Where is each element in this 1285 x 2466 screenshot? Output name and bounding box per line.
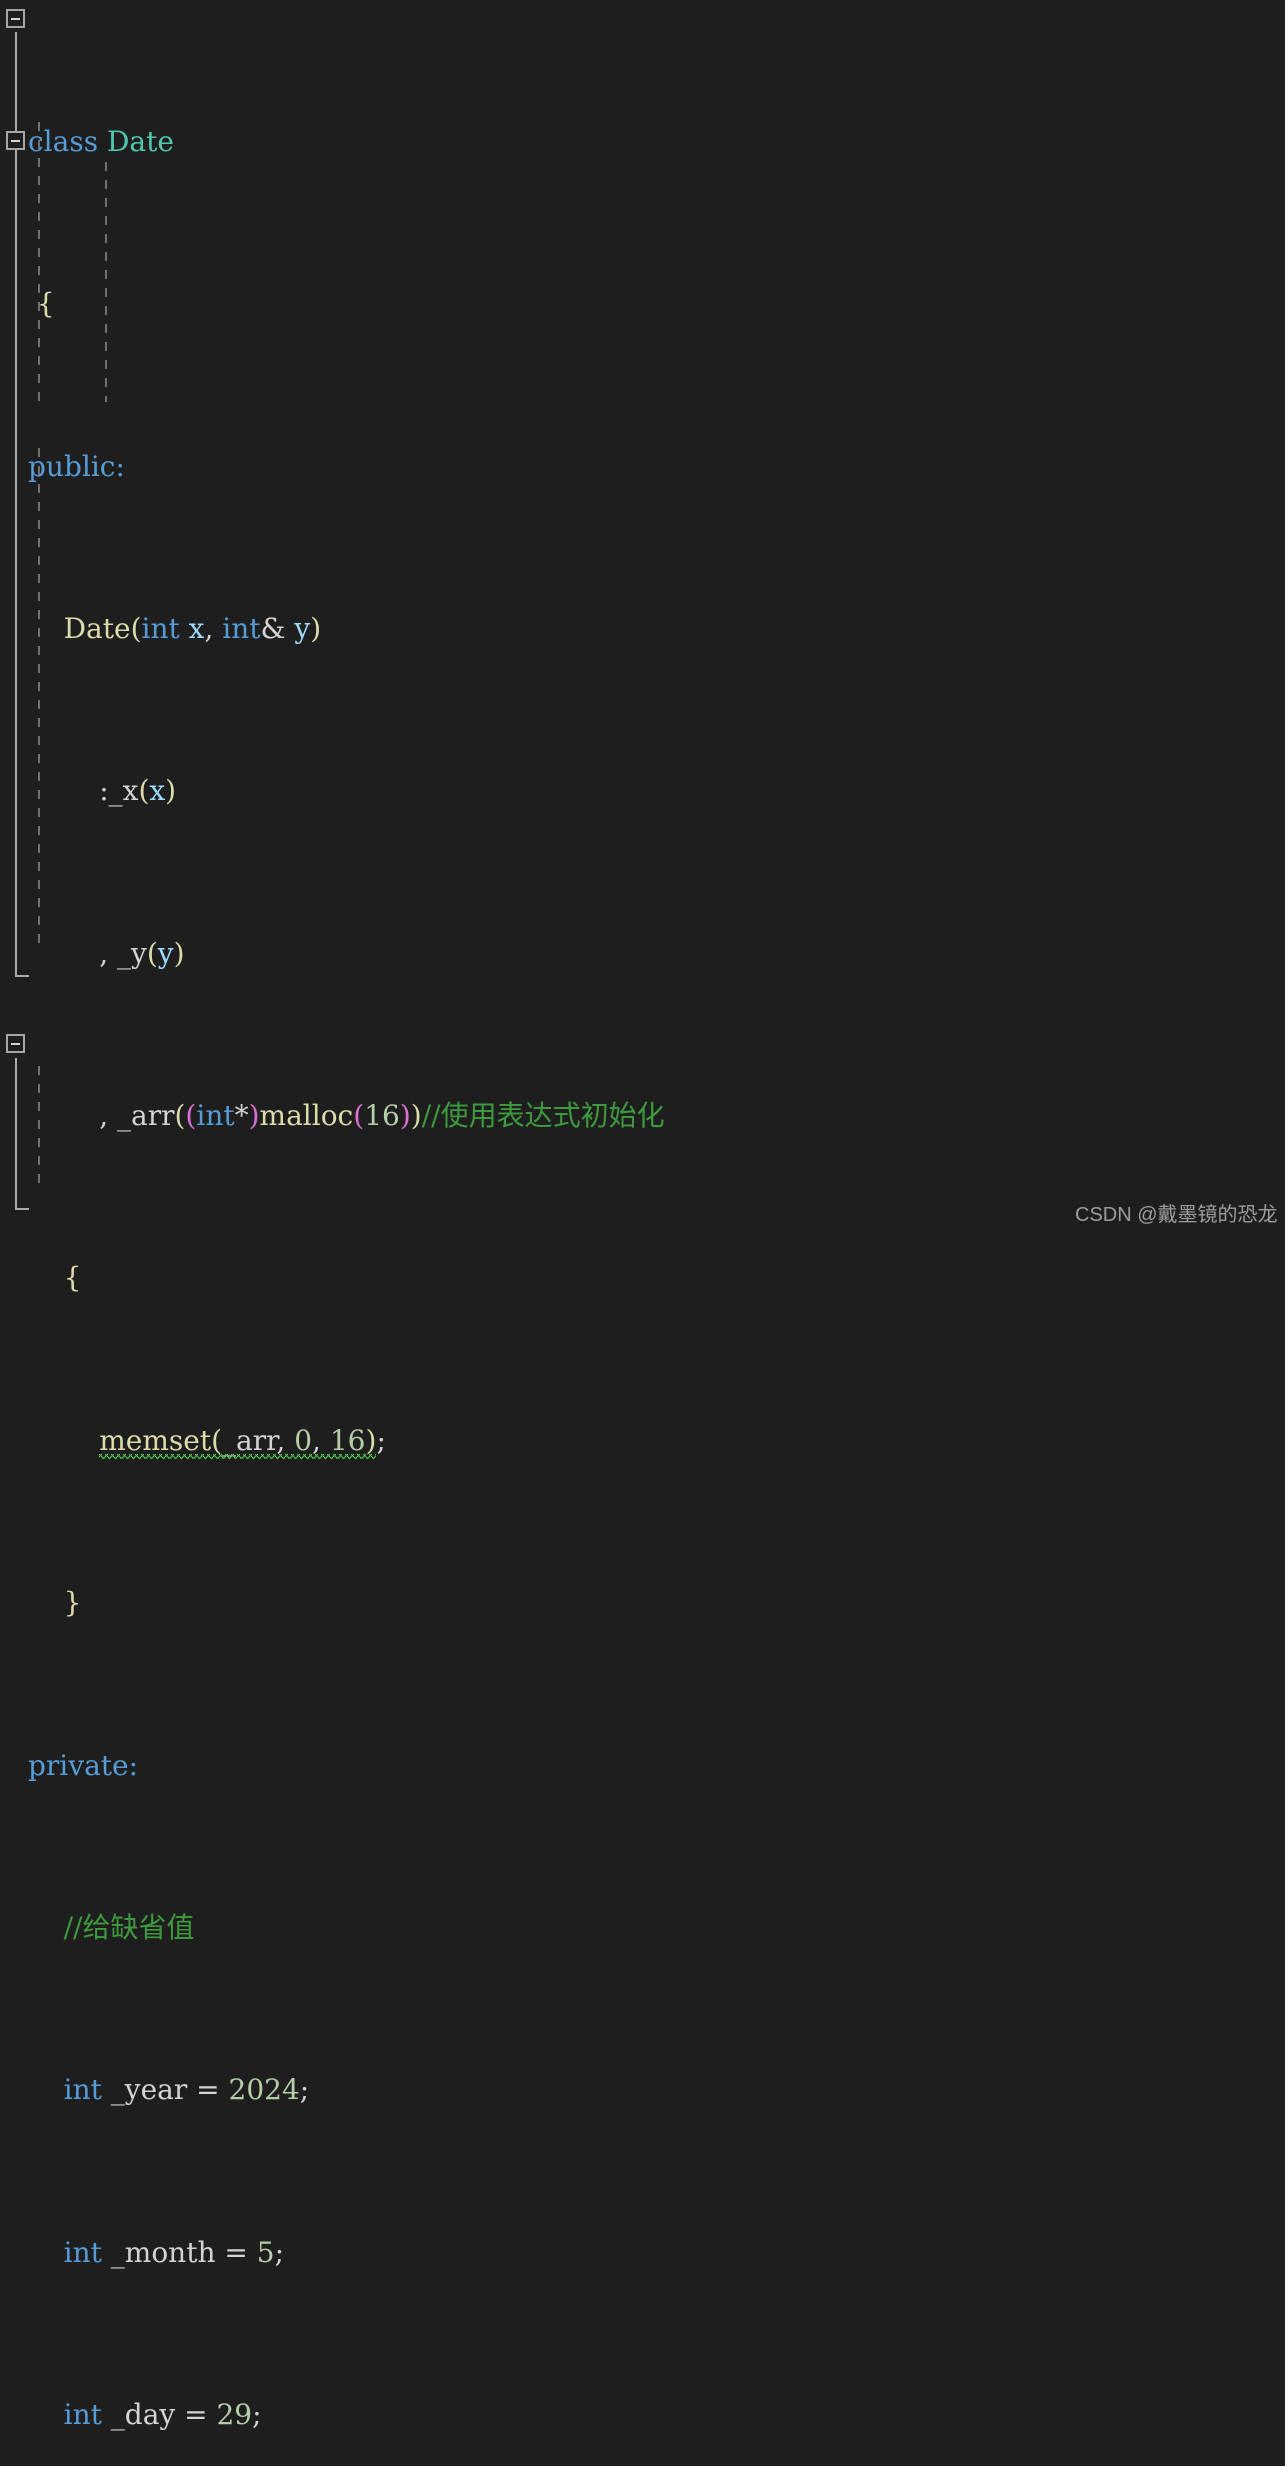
keyword-int-cast: int: [196, 1099, 235, 1133]
error-squiggle-memset: memset(_arr, 0, 16): [99, 1424, 376, 1457]
comma: ,: [312, 1423, 330, 1457]
arg-arr: _arr: [222, 1423, 277, 1457]
keyword-class: class: [28, 124, 99, 158]
ctor-close-brace: }: [28, 1586, 82, 1620]
semicolon: ;: [299, 2073, 310, 2107]
paren-close: ): [165, 774, 177, 808]
paren-open: (: [146, 936, 158, 970]
comment-2: //给缺省值: [63, 1910, 195, 1944]
paren-open: (: [138, 774, 150, 808]
semicolon: ;: [274, 2235, 285, 2269]
ampersand: &: [260, 611, 295, 645]
number-16b: 16: [329, 1423, 366, 1457]
paren-close: ): [365, 1423, 377, 1457]
indent: ,: [28, 936, 118, 970]
member-init-x: _x: [108, 774, 139, 808]
paren-open-1: (: [185, 1099, 197, 1133]
keyword-int-year: int: [63, 2073, 102, 2107]
comma: ,: [204, 611, 223, 645]
keyword-int-1: int: [141, 611, 180, 645]
type-name-date: Date: [106, 124, 174, 158]
paren-close-0: ): [410, 1099, 422, 1133]
code-content[interactable]: class Date { public: Date(int x, int& y)…: [0, 0, 1285, 2466]
function-memset: memset: [99, 1423, 212, 1457]
paren-close-1: ): [248, 1099, 260, 1133]
code-line-15[interactable]: int _day = 29;: [0, 2395, 1285, 2436]
access-specifier-private: private:: [28, 1748, 139, 1782]
code-line-7[interactable]: , _arr((int*)malloc(16))//使用表达式初始化: [0, 1096, 1285, 1137]
member-init-arr: _arr: [117, 1099, 175, 1133]
code-line-3[interactable]: public:: [0, 447, 1285, 488]
code-line-13[interactable]: int _year = 2024;: [0, 2070, 1285, 2111]
member-month: _month: [110, 2235, 216, 2269]
assign: =: [187, 2073, 229, 2107]
semicolon: ;: [376, 1423, 386, 1457]
code-line-9[interactable]: memset(_arr, 0, 16);: [0, 1421, 1285, 1462]
paren-open: (: [211, 1423, 223, 1457]
member-init-y: _y: [117, 936, 147, 970]
comma: ,: [276, 1423, 295, 1457]
member-year: _year: [110, 2073, 188, 2107]
code-line-5[interactable]: :_x(x): [0, 771, 1285, 812]
ctor-open-brace: {: [28, 1261, 82, 1295]
code-line-2[interactable]: {: [0, 284, 1285, 325]
code-editor[interactable]: class Date { public: Date(int x, int& y)…: [0, 0, 1285, 2431]
code-line-10[interactable]: }: [0, 1583, 1285, 1624]
param-y: y: [294, 611, 311, 645]
code-line-11[interactable]: private:: [0, 1746, 1285, 1787]
paren-open-2: (: [353, 1099, 365, 1133]
arg-y: y: [157, 936, 174, 970]
paren-open: (: [130, 611, 142, 645]
keyword-int-day: int: [63, 2398, 102, 2432]
assign: =: [175, 2398, 217, 2432]
code-line-6[interactable]: , _y(y): [0, 934, 1285, 975]
code-line-1[interactable]: class Date: [0, 122, 1285, 163]
number-16: 16: [364, 1099, 400, 1133]
indent: ,: [28, 1099, 118, 1133]
function-malloc: malloc: [259, 1099, 354, 1133]
keyword-int-2: int: [222, 611, 261, 645]
access-specifier-public: public:: [28, 449, 125, 483]
indent: :: [28, 774, 109, 808]
paren-close: ): [310, 611, 322, 645]
keyword-int-month: int: [63, 2235, 102, 2269]
assign: =: [215, 2235, 257, 2269]
paren-open-0: (: [174, 1099, 186, 1133]
comment-1: //使用表达式初始化: [421, 1099, 665, 1133]
constructor-name: Date: [63, 611, 131, 645]
member-day: _day: [110, 2398, 176, 2432]
arg-x: x: [149, 774, 166, 808]
paren-close: ): [173, 936, 185, 970]
star: *: [234, 1099, 249, 1133]
semicolon: ;: [252, 2398, 262, 2432]
code-line-8[interactable]: {: [0, 1258, 1285, 1299]
class-open-brace: {: [28, 287, 55, 321]
paren-close-2: ): [399, 1099, 411, 1133]
code-line-14[interactable]: int _month = 5;: [0, 2233, 1285, 2274]
number-0: 0: [294, 1423, 313, 1457]
csdn-watermark: CSDN @戴墨镜的恐龙: [1075, 1204, 1278, 1226]
code-line-12[interactable]: //给缺省值: [0, 1908, 1285, 1949]
number-29: 29: [216, 2398, 253, 2432]
code-line-4[interactable]: Date(int x, int& y): [0, 609, 1285, 650]
param-x: x: [188, 611, 205, 645]
number-5: 5: [256, 2235, 275, 2269]
number-2024: 2024: [228, 2073, 300, 2107]
